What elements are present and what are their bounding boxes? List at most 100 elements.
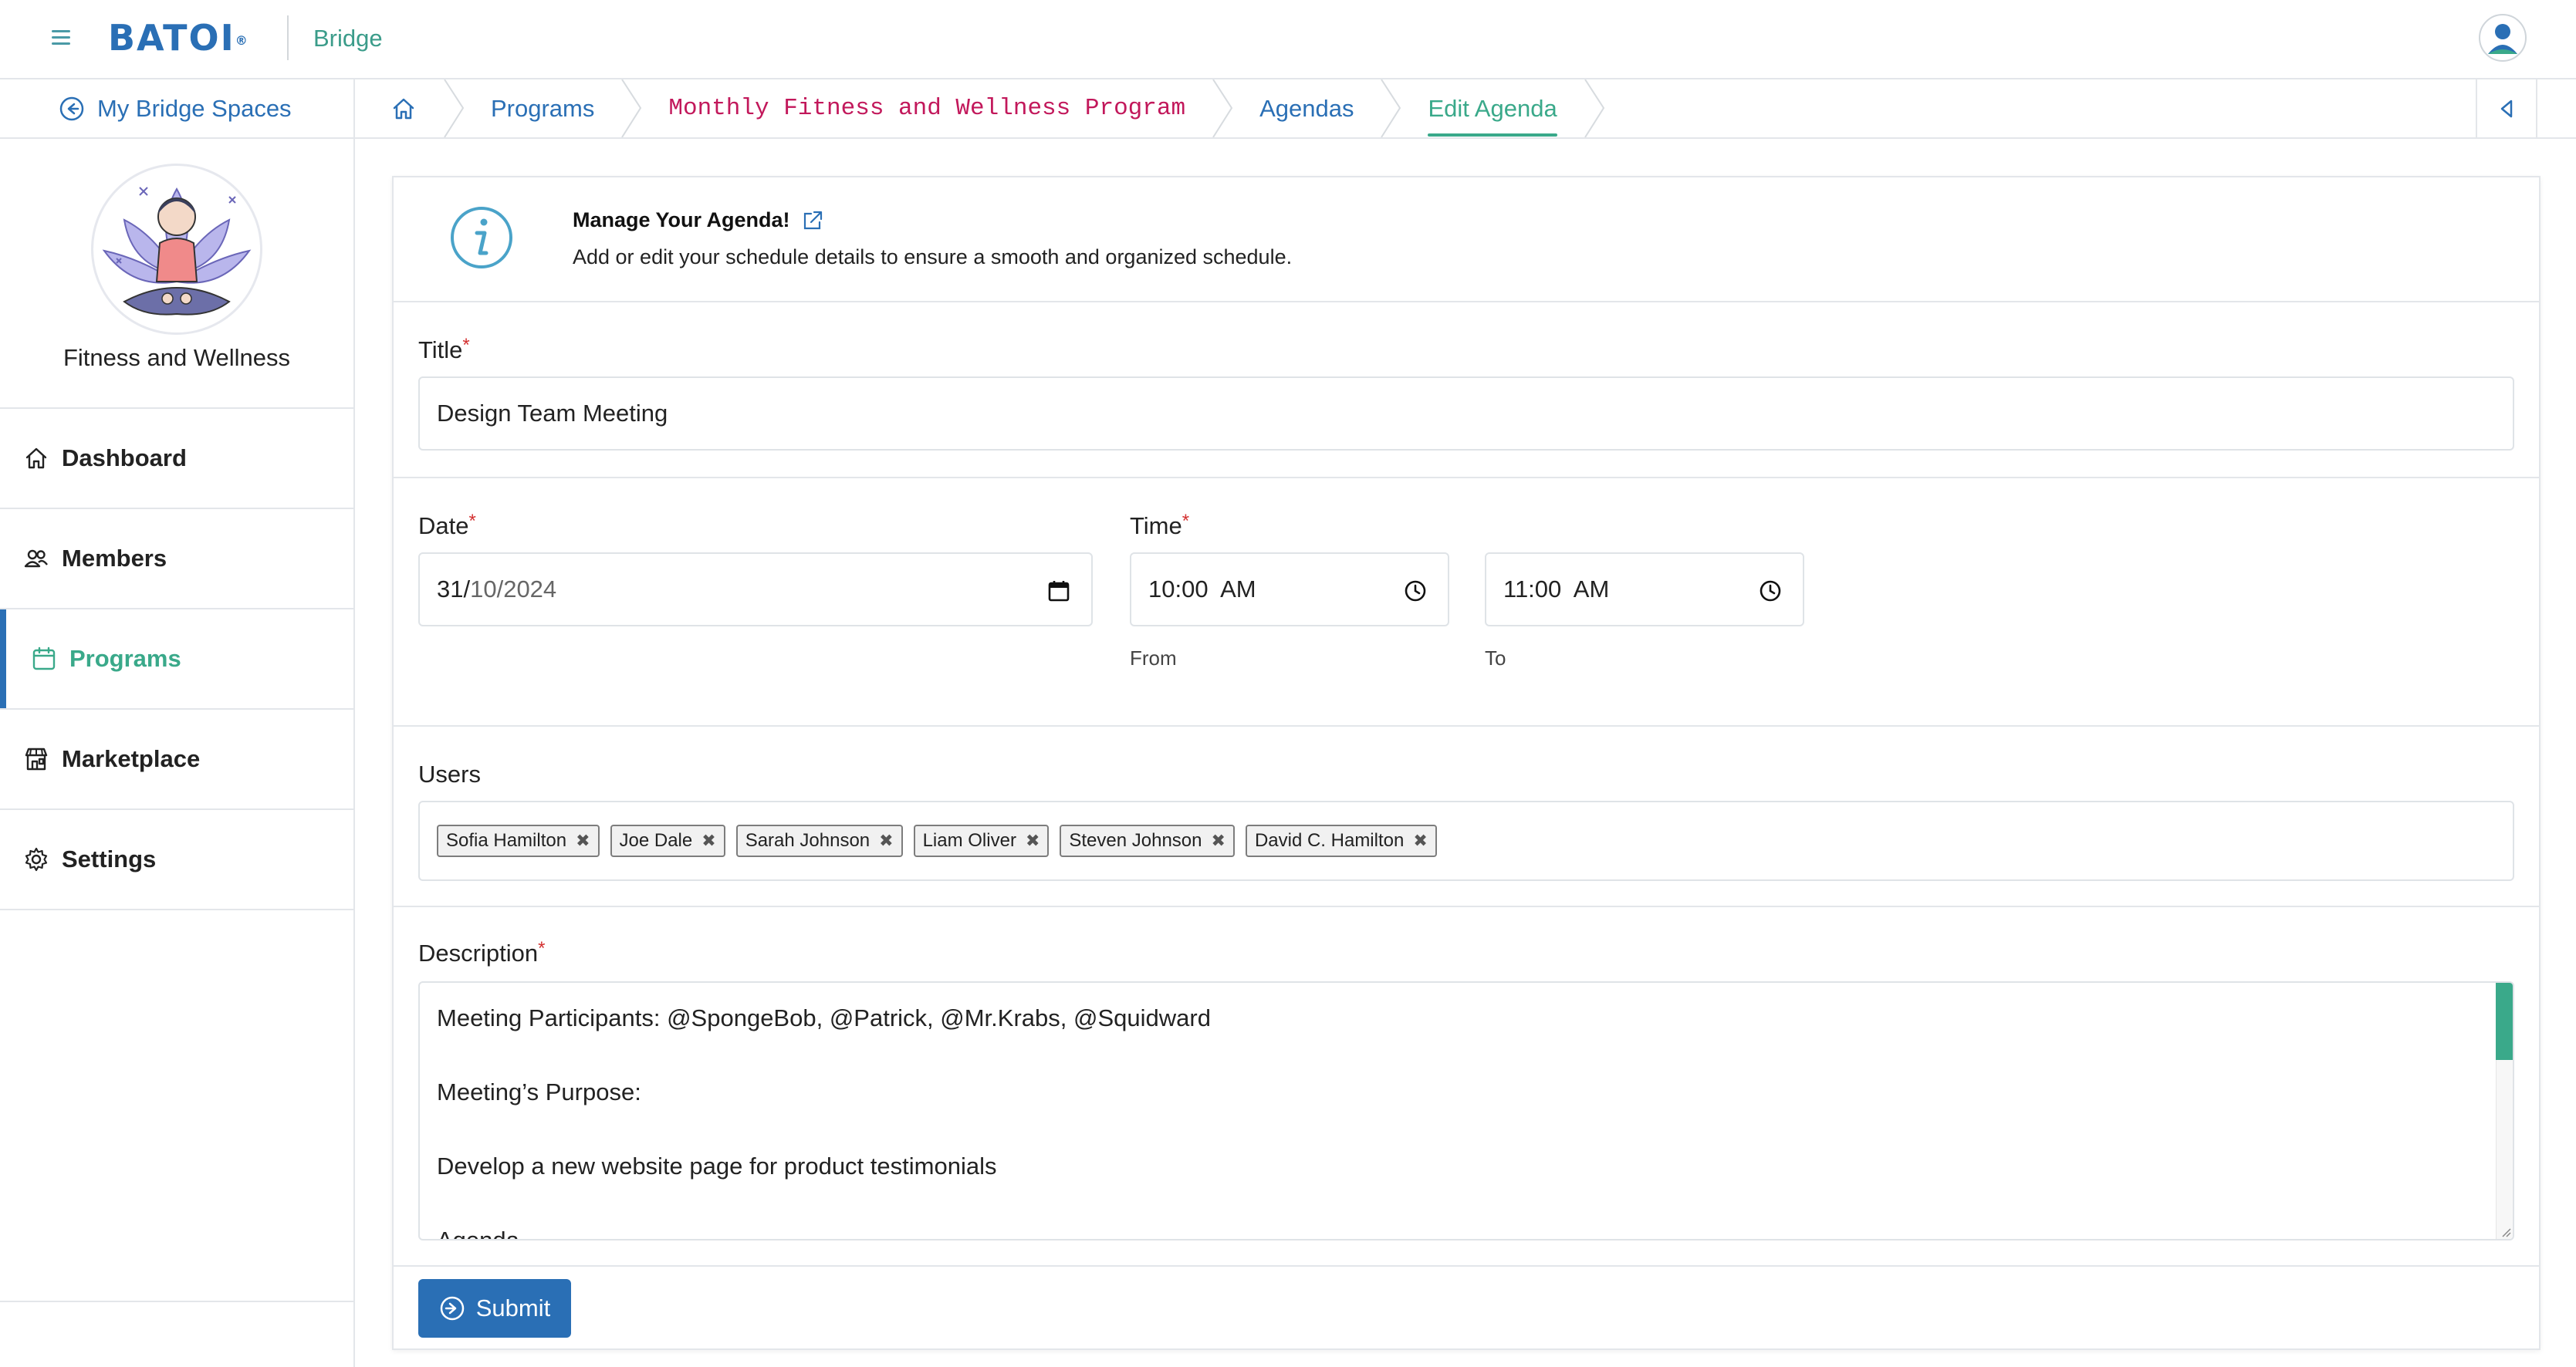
home-icon xyxy=(25,447,47,469)
chevron-right-icon xyxy=(1584,79,1604,137)
remove-user-icon[interactable]: ✖ xyxy=(1026,831,1040,851)
space-avatar xyxy=(91,164,262,335)
logo-divider xyxy=(287,15,289,60)
space-name: Fitness and Wellness xyxy=(63,344,291,371)
description-label: Description* xyxy=(418,938,546,967)
batoi-logo[interactable]: BATOI® xyxy=(108,19,249,57)
users-icon xyxy=(24,549,48,568)
user-chip: Sofia Hamilton ✖ xyxy=(437,825,600,857)
info-title: Manage Your Agenda! xyxy=(573,208,824,232)
my-bridge-spaces-link[interactable]: My Bridge Spaces xyxy=(0,79,355,137)
user-chip-label: Sarah Johnson xyxy=(745,830,870,851)
submit-label: Submit xyxy=(475,1294,551,1321)
title-value: Design Team Meeting xyxy=(437,400,668,427)
edit-agenda-card: Manage Your Agenda! Add or edit your sch… xyxy=(392,176,2541,1350)
info-subtitle: Add or edit your schedule details to ens… xyxy=(573,245,1293,268)
resize-handle-icon[interactable] xyxy=(2499,1225,2511,1237)
remove-user-icon[interactable]: ✖ xyxy=(576,831,590,851)
title-label: Title* xyxy=(418,335,470,364)
time-from-value: 10:00 AM xyxy=(1148,575,1256,602)
sidebar-item-label: Members xyxy=(62,545,167,572)
from-hint: From xyxy=(1130,646,1177,670)
sidebar-item-dashboard[interactable]: Dashboard xyxy=(0,409,353,509)
breadcrumb: Programs Monthly Fitness and Wellness Pr… xyxy=(355,79,1631,137)
user-chip-label: Liam Oliver xyxy=(922,830,1016,851)
users-multiselect[interactable]: Sofia Hamilton ✖ Joe Dale ✖ Sarah Johnson ✖… xyxy=(418,801,2514,881)
remove-user-icon[interactable]: ✖ xyxy=(879,831,893,851)
sidebar-item-members[interactable]: Members xyxy=(0,509,353,609)
user-chip-label: David C. Hamilton xyxy=(1254,830,1405,851)
description-textarea[interactable]: Meeting Participants: @SpongeBob, @Patri… xyxy=(418,981,2514,1240)
menu-icon[interactable] xyxy=(49,26,73,49)
chevron-right-icon xyxy=(621,79,642,137)
user-chip-label: Sofia Hamilton xyxy=(446,830,567,851)
triangle-left-icon xyxy=(2500,100,2513,117)
info-icon xyxy=(451,207,512,268)
date-input[interactable]: 31/10/2024 xyxy=(418,552,1093,626)
time-from-input[interactable]: 10:00 AM xyxy=(1130,552,1449,626)
breadcrumb-program-name[interactable]: Monthly Fitness and Wellness Program xyxy=(668,95,1185,122)
clock-icon[interactable] xyxy=(1403,579,1428,603)
my-bridge-spaces-label: My Bridge Spaces xyxy=(97,94,292,122)
breadcrumb-programs[interactable]: Programs xyxy=(491,95,594,123)
sidebar-item-label: Marketplace xyxy=(62,745,201,772)
date-day: 31/ xyxy=(437,575,471,602)
chevron-right-icon xyxy=(1381,79,1401,137)
sidebar-nav: Dashboard Members Programs Marketplace S… xyxy=(0,407,353,910)
description-section: Description* Meeting Participants: @Spon… xyxy=(394,907,2539,1267)
sidebar-item-marketplace[interactable]: Marketplace xyxy=(0,710,353,810)
description-line: Develop a new website page for product t… xyxy=(437,1153,997,1180)
calendar-icon xyxy=(32,646,56,670)
top-bar: BATOI® Bridge xyxy=(0,0,2576,79)
title-section: Title* Design Team Meeting xyxy=(394,302,2539,478)
date-label: Date* xyxy=(418,511,476,540)
users-label: Users xyxy=(418,761,481,788)
required-mark: * xyxy=(462,335,470,356)
back-arrow-icon xyxy=(59,96,84,120)
store-icon xyxy=(25,748,48,771)
yoga-illustration-icon xyxy=(102,187,252,316)
gear-icon xyxy=(25,847,48,872)
required-mark: * xyxy=(468,511,476,532)
description-line: Meeting’s Purpose: xyxy=(437,1078,641,1105)
user-avatar-icon[interactable] xyxy=(2479,14,2527,62)
title-label-text: Title xyxy=(418,336,463,363)
required-mark: * xyxy=(1182,511,1190,532)
external-link-icon[interactable] xyxy=(801,209,824,232)
user-chip: Liam Oliver ✖ xyxy=(913,825,1050,857)
users-section: Users Sofia Hamilton ✖ Joe Dale ✖ Sarah Jo… xyxy=(394,727,2539,907)
title-input[interactable]: Design Team Meeting xyxy=(418,376,2514,451)
breadcrumb-agendas[interactable]: Agendas xyxy=(1259,95,1354,123)
to-hint: To xyxy=(1485,646,1506,670)
sidebar-item-label: Settings xyxy=(62,846,157,873)
chevron-right-icon xyxy=(1212,79,1233,137)
date-label-text: Date xyxy=(418,512,469,539)
remove-user-icon[interactable]: ✖ xyxy=(701,831,715,851)
sidebar-item-settings[interactable]: Settings xyxy=(0,810,353,910)
home-icon[interactable] xyxy=(390,96,417,122)
time-label-text: Time xyxy=(1130,512,1182,539)
remove-user-icon[interactable]: ✖ xyxy=(1212,831,1225,851)
date-time-section: Date* 31/10/2024 Time* 10:00 AM 11:00 AM xyxy=(394,478,2539,727)
user-chip: Steven Johnson ✖ xyxy=(1060,825,1235,857)
breadcrumb-edit-agenda[interactable]: Edit Agenda xyxy=(1428,95,1557,137)
sidebar-item-programs[interactable]: Programs xyxy=(0,609,353,710)
info-panel: Manage Your Agenda! Add or edit your sch… xyxy=(394,177,2539,302)
remove-user-icon[interactable]: ✖ xyxy=(1413,831,1427,851)
user-chip-label: Joe Dale xyxy=(619,830,693,851)
sidebar-item-label: Programs xyxy=(69,645,181,672)
description-scrollbar[interactable] xyxy=(2496,983,2513,1239)
sidebar: Fitness and Wellness Dashboard Members P… xyxy=(0,139,355,1367)
collapse-panel-button[interactable] xyxy=(2476,79,2537,137)
calendar-icon[interactable] xyxy=(1046,579,1071,603)
info-title-text: Manage Your Agenda! xyxy=(573,208,790,231)
clock-icon[interactable] xyxy=(1758,579,1783,603)
scrollbar-thumb[interactable] xyxy=(2496,983,2513,1060)
user-chip: Sarah Johnson ✖ xyxy=(735,825,903,857)
date-month-year: 10/2024 xyxy=(470,575,557,602)
chevron-right-icon xyxy=(444,79,465,137)
submit-button[interactable]: Submit xyxy=(418,1279,571,1338)
required-mark: * xyxy=(538,938,546,959)
time-to-input[interactable]: 11:00 AM xyxy=(1485,552,1804,626)
description-line: Agenda xyxy=(437,1227,519,1240)
